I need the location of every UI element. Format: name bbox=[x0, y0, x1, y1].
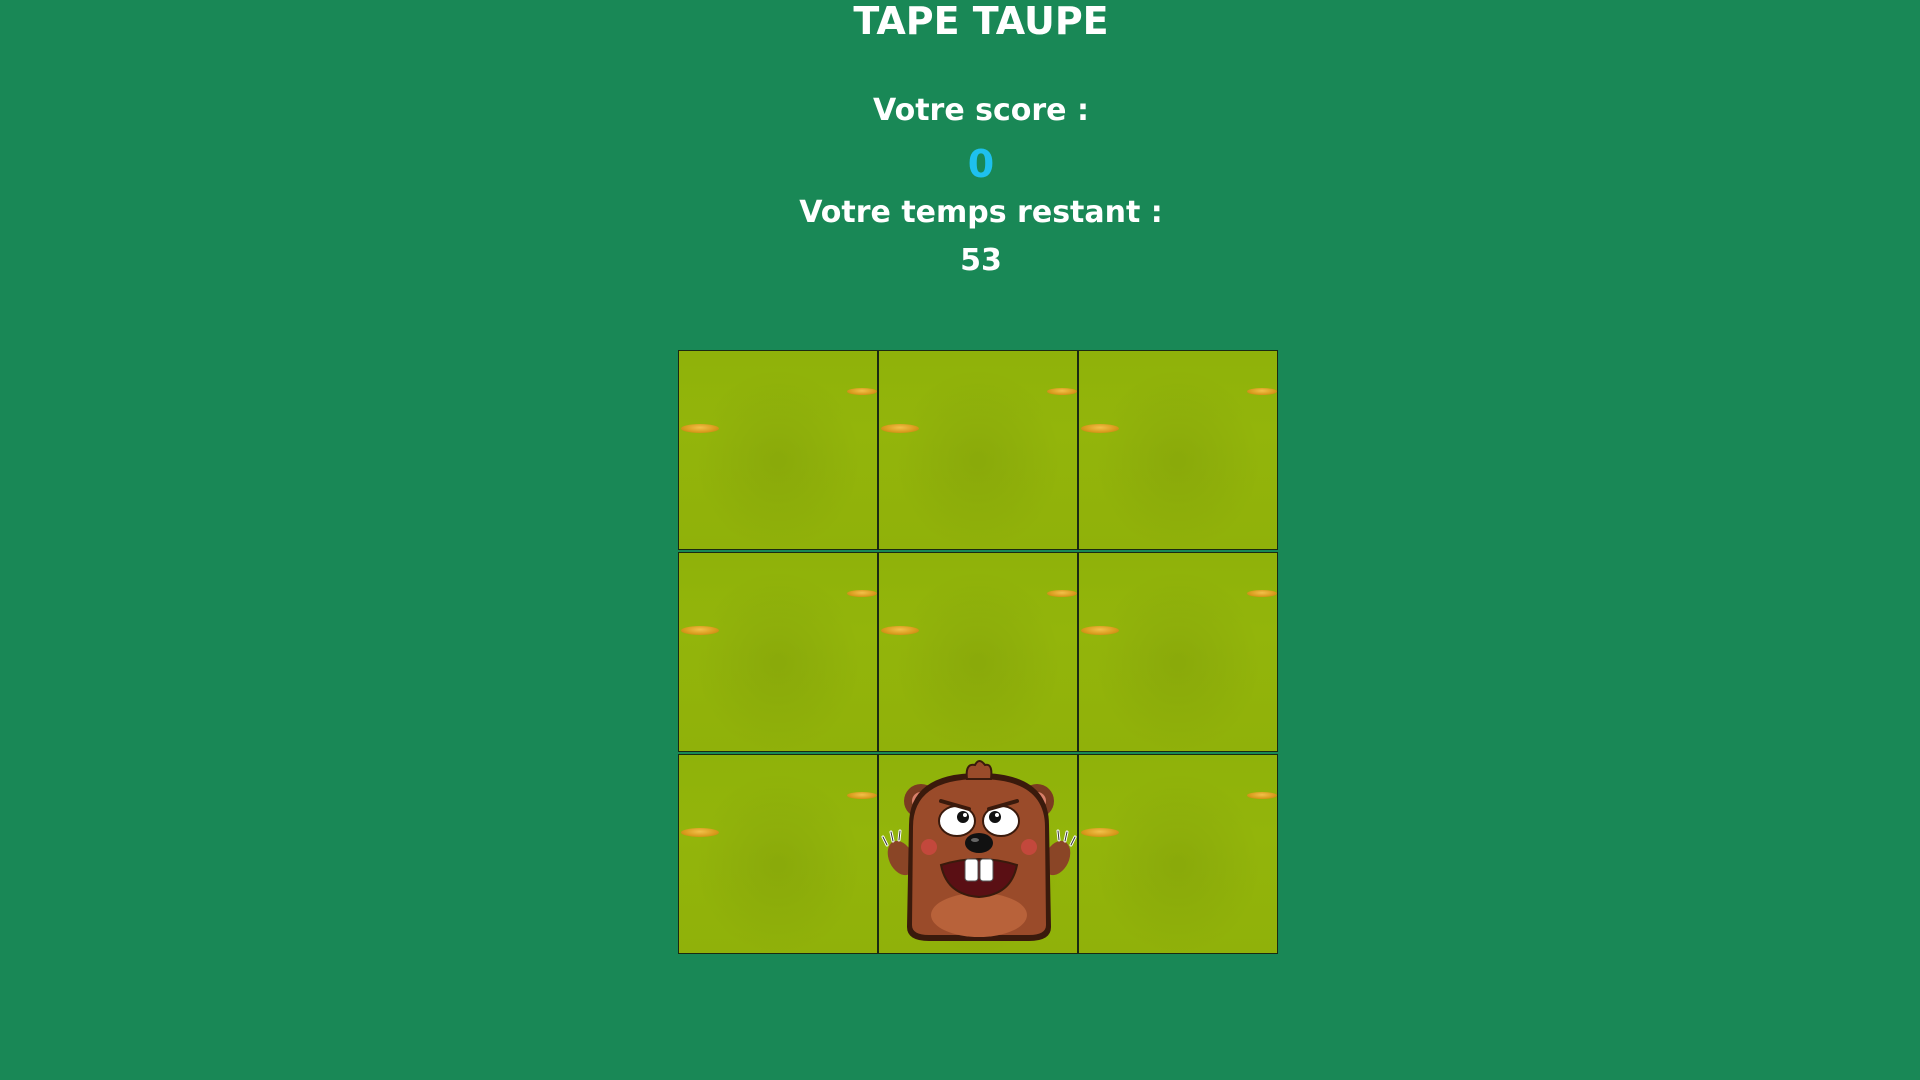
board-cell-mole[interactable] bbox=[878, 754, 1078, 954]
board-cell[interactable] bbox=[878, 552, 1078, 752]
hole-icon bbox=[1047, 590, 1077, 597]
hole-icon bbox=[1081, 626, 1119, 635]
game-title: TAPE TAUPE bbox=[853, 0, 1109, 43]
hole-icon bbox=[1247, 792, 1277, 799]
hole-icon bbox=[681, 626, 719, 635]
hole-icon bbox=[1247, 590, 1277, 597]
board-cell[interactable] bbox=[1078, 754, 1278, 954]
time-remaining-label: Votre temps restant : bbox=[799, 195, 1163, 230]
mole-icon[interactable] bbox=[879, 755, 1078, 954]
time-remaining-value: 53 bbox=[960, 243, 1002, 278]
board-cell[interactable] bbox=[1078, 350, 1278, 550]
game-board bbox=[678, 350, 1278, 954]
hole-icon bbox=[1247, 388, 1277, 395]
board-cell[interactable] bbox=[678, 552, 878, 752]
hole-icon bbox=[847, 590, 877, 597]
board-cell[interactable] bbox=[1078, 552, 1278, 752]
board-cell[interactable] bbox=[678, 350, 878, 550]
board-cell[interactable] bbox=[878, 350, 1078, 550]
hole-icon bbox=[681, 828, 719, 837]
hole-icon bbox=[847, 388, 877, 395]
hole-icon bbox=[847, 792, 877, 799]
board-cell[interactable] bbox=[678, 754, 878, 954]
score-label: Votre score : bbox=[873, 93, 1089, 128]
hole-icon bbox=[681, 424, 719, 433]
hole-icon bbox=[1081, 424, 1119, 433]
game-page: TAPE TAUPE Votre score : 0 Votre temps r… bbox=[0, 0, 1920, 1080]
hole-icon bbox=[881, 626, 919, 635]
hole-icon bbox=[1081, 828, 1119, 837]
hole-icon bbox=[881, 424, 919, 433]
hole-icon bbox=[1047, 388, 1077, 395]
score-value: 0 bbox=[967, 142, 995, 186]
